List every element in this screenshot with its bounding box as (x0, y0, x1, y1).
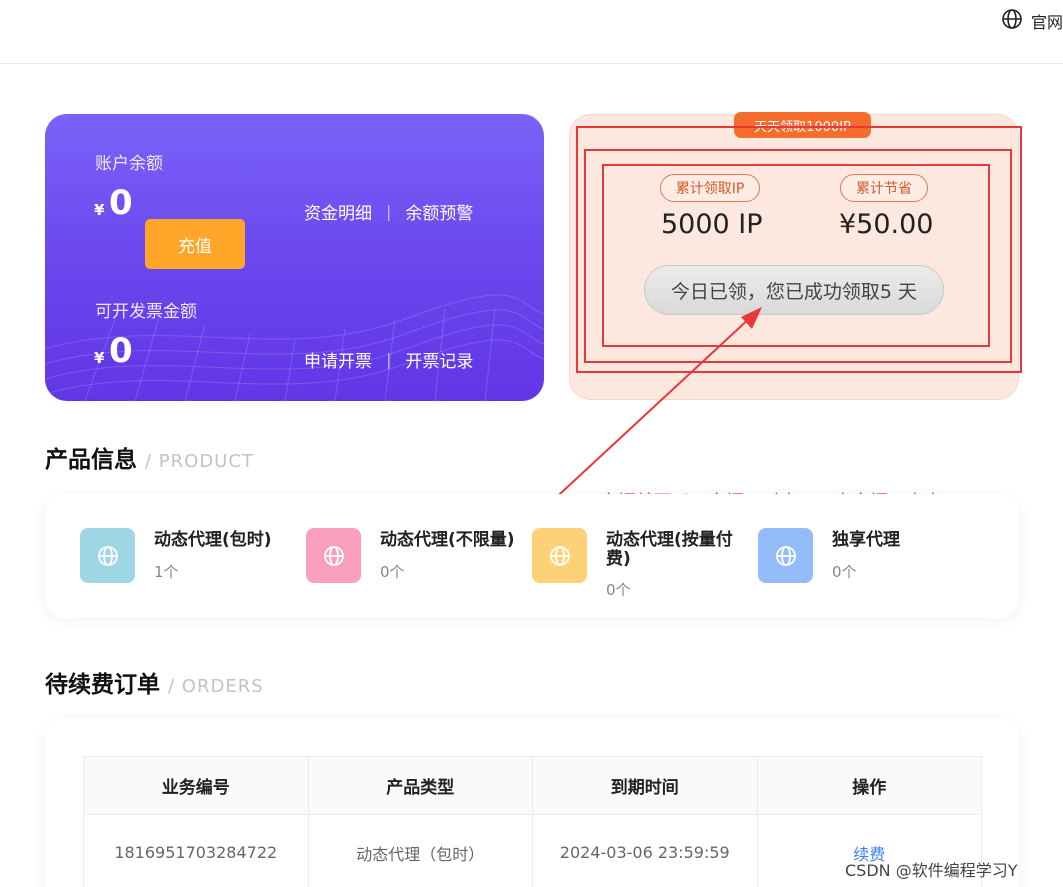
balance-currency: ¥ (94, 201, 105, 219)
product-name: 动态代理(不限量) (380, 530, 515, 550)
link-separator: | (386, 202, 392, 221)
order-expiry: 2024-03-06 23:59:59 (532, 814, 758, 887)
balance-card: 账户余额 ¥ 0 充值 资金明细 | 余额预警 可开发票金额 ¥ 0 申请开票 … (45, 114, 544, 401)
product-count: 1个 (154, 563, 179, 581)
products-heading: 产品信息 / PRODUCT (45, 440, 254, 474)
link-separator: | (386, 350, 392, 369)
fund-detail-link[interactable]: 资金明细 (304, 199, 372, 224)
product-name-line2: 费) (606, 549, 631, 569)
product-name-line1: 动态代理(按量付 (606, 530, 733, 550)
total-saved-pill: 累计节省 (840, 174, 928, 202)
products-title: 产品信息 (45, 447, 137, 473)
products-subtitle: / PRODUCT (145, 451, 254, 472)
order-product-type: 动态代理（包时） (307, 814, 533, 887)
orders-subtitle: / ORDERS (168, 676, 264, 697)
invoice-links: 申请开票 | 开票记录 (304, 347, 473, 372)
recharge-button[interactable]: 充值 (145, 219, 245, 269)
product-name: 动态代理(包时) (154, 530, 272, 550)
official-site-label: 官网 (1031, 13, 1063, 32)
balance-alert-link[interactable]: 余额预警 (405, 199, 473, 224)
product-name: 独享代理 (832, 530, 900, 550)
globe-icon (1001, 8, 1023, 34)
orders-title: 待续费订单 (45, 672, 160, 698)
globe-icon (306, 528, 361, 583)
apply-invoice-link[interactable]: 申请开票 (304, 347, 372, 372)
column-header: 业务编号 (83, 756, 309, 815)
globe-icon (758, 528, 813, 583)
balance-label: 账户余额 (95, 154, 163, 174)
column-header: 操作 (756, 756, 982, 815)
table-header-row: 业务编号 产品类型 到期时间 操作 (83, 756, 982, 815)
total-ip-pill: 累计领取IP (660, 174, 760, 202)
product-count: 0个 (380, 563, 405, 581)
product-count: 0个 (606, 581, 631, 599)
top-bar: 官网 (0, 0, 1063, 64)
globe-icon (80, 528, 135, 583)
invoice-amount-value: 0 (109, 331, 133, 371)
column-header: 到期时间 (532, 756, 758, 815)
balance-value: 0 (109, 183, 133, 223)
globe-icon (532, 528, 587, 583)
column-header: 产品类型 (307, 756, 533, 815)
orders-heading: 待续费订单 / ORDERS (45, 665, 264, 699)
invoice-amount-label: 可开发票金额 (95, 302, 197, 322)
invoice-currency: ¥ (94, 349, 105, 367)
invoice-records-link[interactable]: 开票记录 (405, 347, 473, 372)
total-ip-value: 5000 IP (661, 209, 763, 240)
claim-status-button[interactable]: 今日已领，您已成功领取5 天 (644, 265, 944, 315)
balance-links: 资金明细 | 余额预警 (304, 199, 473, 224)
total-saved-value: ¥50.00 (839, 209, 934, 240)
official-site-link[interactable]: 官网 (1001, 8, 1063, 34)
product-count: 0个 (832, 563, 857, 581)
csdn-watermark: CSDN @软件编程学习Y (845, 861, 1018, 880)
order-id: 1816951703284722 (83, 814, 309, 887)
